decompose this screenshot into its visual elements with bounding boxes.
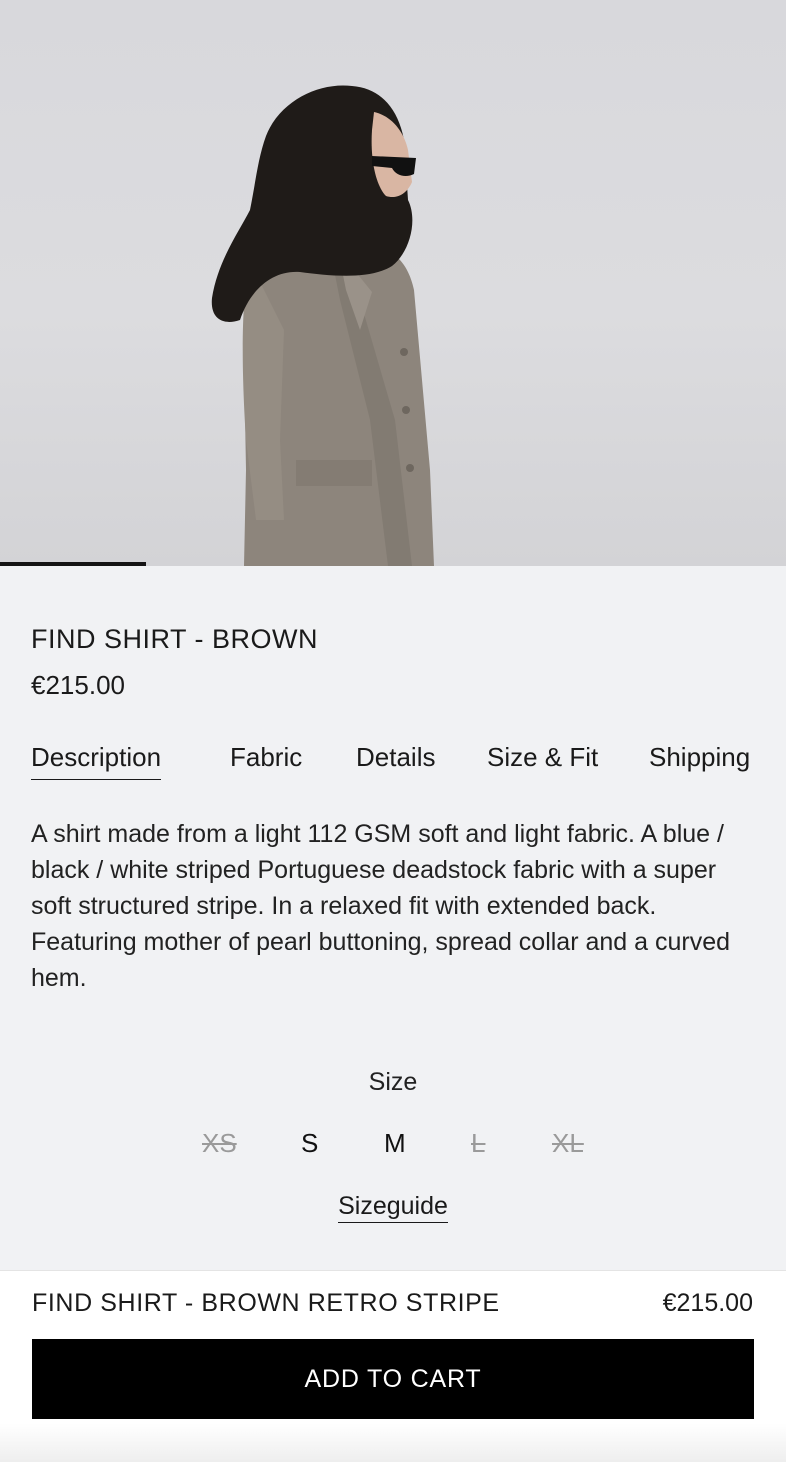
size-option-xl[interactable]: XL: [552, 1128, 584, 1159]
tab-fabric[interactable]: Fabric: [230, 742, 302, 773]
product-price: €215.00: [31, 670, 125, 700]
size-selector: XS S M L XL: [0, 1128, 786, 1168]
product-photo: [211, 85, 434, 566]
sizeguide-link[interactable]: Sizeguide: [338, 1192, 448, 1223]
sticky-product-name: FIND SHIRT - BROWN RETRO STRIPE: [32, 1289, 500, 1317]
size-option-m[interactable]: M: [384, 1128, 406, 1159]
product-title: FIND SHIRT - BROWN: [31, 624, 319, 654]
product-image[interactable]: [0, 0, 786, 566]
tab-details[interactable]: Details: [356, 742, 435, 773]
size-option-l[interactable]: L: [471, 1128, 485, 1159]
sticky-cart-bar: FIND SHIRT - BROWN RETRO STRIPE €215.00 …: [0, 1270, 786, 1462]
size-option-xs[interactable]: XS: [202, 1128, 237, 1159]
sizeguide-container: Sizeguide: [0, 1192, 786, 1223]
product-description: A shirt made from a light 112 GSM soft a…: [31, 820, 731, 992]
add-to-cart-button[interactable]: ADD TO CART: [32, 1339, 754, 1419]
size-option-s[interactable]: S: [301, 1128, 318, 1159]
tab-size-fit[interactable]: Size & Fit: [487, 742, 598, 773]
product-info-tabs: Description Fabric Details Size & Fit Sh…: [0, 742, 786, 782]
size-label: Size: [368, 1068, 418, 1096]
image-carousel-progress: [0, 562, 146, 566]
tab-description[interactable]: Description: [31, 742, 162, 780]
tab-shipping[interactable]: Shipping: [649, 742, 750, 773]
sticky-product-price: €215.00: [662, 1289, 753, 1317]
